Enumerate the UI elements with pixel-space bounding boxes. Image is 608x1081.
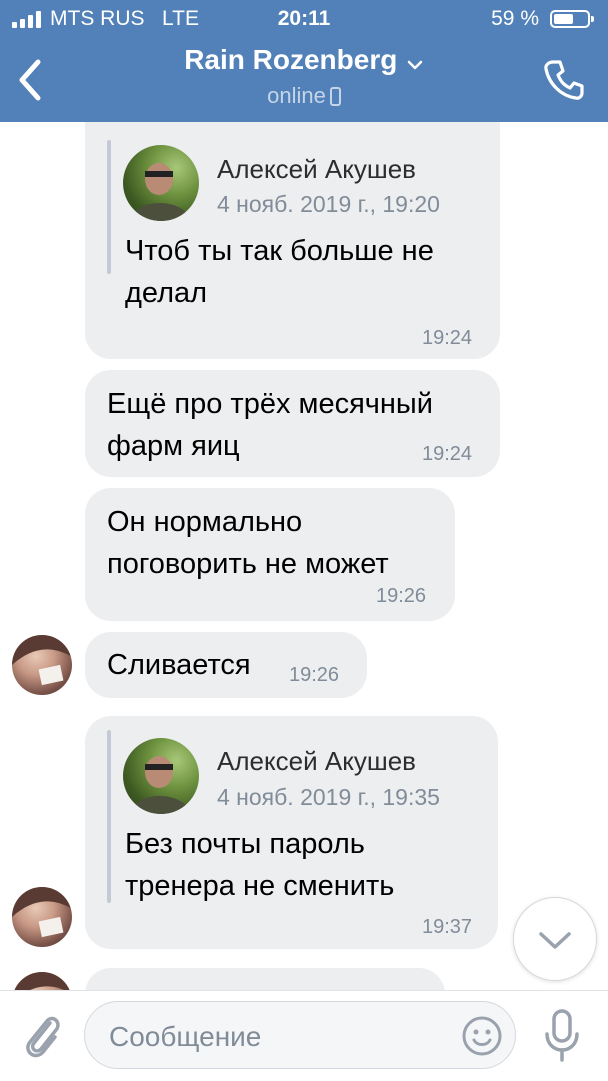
message-time: 19:37 [422,916,473,938]
message-bubble[interactable]: Сливается 19:26 [85,632,367,698]
chat-title-button[interactable]: Rain Rozenberg [0,44,608,76]
forward-quote-bar [107,730,111,903]
message-bubble[interactable]: Алексей Акушев 4 нояб. 2019 г., 19:35 Бе… [85,716,498,949]
message-input[interactable] [107,1016,451,1058]
message-bubble[interactable]: Он нормально поговорить не может 19:26 [85,488,455,621]
forward-date: 4 нояб. 2019 г., 19:35 [217,784,440,810]
forward-author-avatar[interactable] [123,145,199,221]
sender-avatar[interactable] [12,972,72,990]
message-time: 19:24 [422,327,473,349]
presence-status: online [0,83,608,109]
status-bar: MTS RUS LTE 20:11 59 % [0,0,608,40]
forward-author-avatar[interactable] [123,738,199,814]
phone-icon [544,60,584,100]
forward-author-name: Алексей Акушев [217,746,416,776]
paperclip-icon [26,1016,60,1058]
sender-avatar[interactable] [12,635,72,695]
message-composer [0,990,608,1081]
microphone-icon [545,1009,579,1062]
message-list[interactable]: Алексей Акушев 4 нояб. 2019 г., 19:20 Чт… [0,122,608,990]
mobile-icon [329,87,341,106]
message-time: 19:26 [376,585,427,607]
forward-author-name: Алексей Акушев [217,154,416,184]
message-text: Сливается [107,649,251,681]
chevron-down-icon [539,932,571,949]
message-text: делал [125,277,208,309]
message-time: 19:26 [289,664,340,686]
scroll-to-bottom-button[interactable] [513,897,597,981]
chat-header: MTS RUS LTE 20:11 59 % Rain Rozenberg on… [0,0,608,122]
forward-quote-bar [107,140,111,274]
sender-avatar[interactable] [12,887,72,947]
message-text: Чтоб ты так больше не [125,235,434,267]
smile-icon [462,1016,502,1056]
voice-message-button[interactable] [540,1007,584,1065]
attach-button[interactable] [20,1007,64,1063]
battery-percentage: 59 % [491,7,539,30]
message-text: фарм яиц [107,430,240,462]
emoji-button[interactable] [461,1015,503,1057]
message-input-wrapper [84,1001,516,1069]
message-text: тренера не сменить [125,870,395,902]
message-bubble[interactable] [85,968,445,990]
message-text: Без почты пароль [125,828,365,860]
battery-icon [550,10,594,28]
message-time: 19:24 [422,443,473,465]
message-bubble[interactable]: Ещё про трёх месячный фарм яиц 19:24 [85,370,500,477]
message-text: поговорить не может [107,548,389,580]
message-text: Он нормально [107,506,303,538]
message-bubble[interactable]: Алексей Акушев 4 нояб. 2019 г., 19:20 Чт… [85,122,500,359]
chevron-down-icon [407,60,423,70]
call-button[interactable] [540,56,588,104]
presence-label: online [267,83,326,108]
chat-title: Rain Rozenberg [184,44,398,75]
forward-date: 4 нояб. 2019 г., 19:20 [217,191,440,217]
message-text: Ещё про трёх месячный [107,388,433,420]
